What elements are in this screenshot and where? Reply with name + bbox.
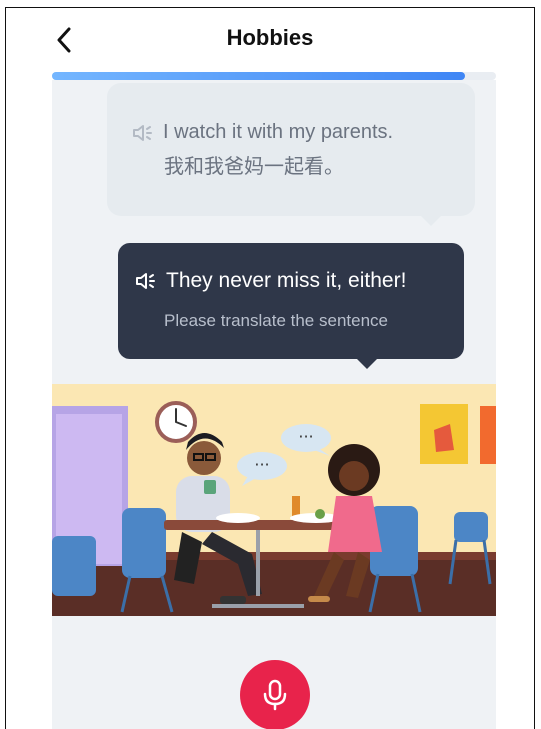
previous-sentence-bubble: I watch it with my parents. 我和我爸妈一起看。 — [107, 83, 475, 226]
microphone-icon — [263, 679, 287, 711]
svg-text:···: ··· — [298, 427, 313, 446]
speaker-icon[interactable] — [134, 271, 158, 291]
scene-illustration: ··· ··· — [52, 384, 496, 616]
current-sentence-bubble: They never miss it, either! Please trans… — [118, 243, 464, 369]
bubble-tail — [356, 358, 378, 369]
previous-english-text: I watch it with my parents. — [163, 121, 394, 143]
previous-chinese-text: 我和我爸妈一起看。 — [164, 156, 344, 178]
header: Hobbies — [6, 8, 534, 72]
translate-instruction: Please translate the sentence — [164, 311, 388, 330]
lesson-panel: I watch it with my parents. 我和我爸妈一起看。 Th… — [52, 80, 496, 729]
current-sentence-row: They never miss it, either! — [134, 269, 406, 293]
speaker-icon[interactable] — [131, 123, 155, 143]
progress-bar — [52, 72, 496, 80]
record-button[interactable] — [240, 660, 310, 729]
progress-fill — [52, 72, 465, 80]
app-frame: Hobbies I watch it with my parents. 我和我爸… — [5, 7, 535, 729]
current-english-text: They never miss it, either! — [166, 269, 407, 292]
svg-text:···: ··· — [254, 455, 269, 474]
previous-sentence-row: I watch it with my parents. — [131, 121, 393, 144]
bubble-tail — [421, 216, 441, 226]
page-title: Hobbies — [226, 25, 314, 50]
